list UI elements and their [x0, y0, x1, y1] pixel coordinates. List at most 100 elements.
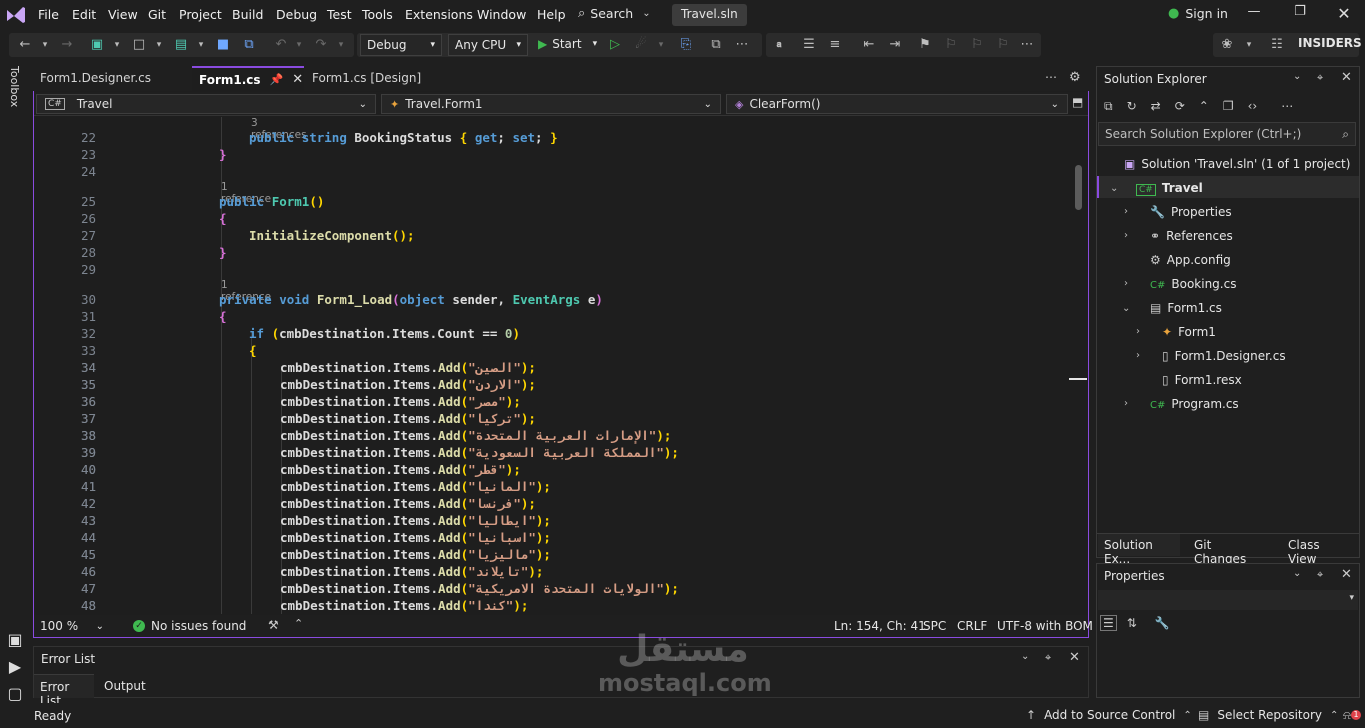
- menu-debug[interactable]: Debug: [276, 7, 317, 22]
- chevron-down-icon[interactable]: ⌄: [1122, 303, 1130, 314]
- start-without-debugging-icon[interactable]: ▷: [606, 36, 624, 54]
- encoding-indicator[interactable]: UTF-8 with BOM: [997, 619, 1093, 633]
- camera-icon[interactable]: ▣: [2, 630, 28, 649]
- copilot-icon[interactable]: ❀: [1218, 36, 1236, 54]
- chevron-right-icon[interactable]: ›: [1136, 350, 1140, 361]
- tree-form1-class[interactable]: ✦ Form1: [1162, 325, 1216, 339]
- code-area[interactable]: [34, 117, 1074, 614]
- outdent-icon[interactable]: ⇤: [860, 36, 878, 54]
- navigate-forward-icon[interactable]: →: [58, 36, 76, 54]
- member-dropdown[interactable]: ◈ ClearForm() ⌄: [726, 94, 1068, 114]
- chevron-down-icon[interactable]: ▾: [36, 36, 54, 54]
- spell-check-icon[interactable]: 𝐚: [770, 36, 788, 54]
- sync-icon[interactable]: ⇄: [1151, 99, 1161, 113]
- platform-dropdown[interactable]: Any CPU ▾: [448, 34, 528, 56]
- show-all-files-icon[interactable]: ❐: [1223, 99, 1234, 113]
- properties-object-selector[interactable]: ▾: [1098, 590, 1358, 610]
- chevron-down-icon[interactable]: ▾: [108, 36, 126, 54]
- chevron-right-icon[interactable]: ›: [1136, 326, 1140, 337]
- notifications-button[interactable]: ⍾ 1: [1343, 708, 1361, 724]
- undo-icon[interactable]: ↶: [272, 36, 290, 54]
- tree-solution[interactable]: ▣ Solution 'Travel.sln' (1 of 1 project): [1124, 157, 1350, 171]
- chevron-right-icon[interactable]: ›: [1124, 206, 1128, 217]
- menu-project[interactable]: Project: [179, 7, 222, 22]
- toolbox-tab[interactable]: Toolbox: [8, 66, 21, 107]
- close-window-icon[interactable]: ✕: [1328, 4, 1360, 24]
- close-panel-icon[interactable]: ✕: [1341, 567, 1352, 582]
- issues-indicator[interactable]: ✓ No issues found: [133, 619, 246, 633]
- collapse-all-icon[interactable]: ⌃: [1199, 99, 1209, 113]
- toolbar-overflow-icon[interactable]: ⋯: [1018, 36, 1036, 54]
- tree-app-config[interactable]: ⚙ App.config: [1150, 253, 1231, 267]
- hot-reload-icon[interactable]: ☄: [632, 36, 650, 54]
- menu-test[interactable]: Test: [327, 7, 352, 22]
- chevron-up-icon[interactable]: ⌃: [294, 617, 303, 630]
- bookmark-icon[interactable]: ⚑: [916, 36, 934, 54]
- pin-icon[interactable]: ⌖: [1317, 71, 1323, 85]
- tab-error-list[interactable]: Error List: [34, 674, 94, 708]
- tree-properties[interactable]: 🔧 Properties: [1150, 205, 1232, 219]
- screen-icon[interactable]: ▢: [2, 684, 28, 703]
- sign-in-button[interactable]: ● Sign in: [1168, 6, 1228, 21]
- chevron-right-icon[interactable]: ›: [1124, 398, 1128, 409]
- tab-git-changes[interactable]: Git Changes: [1186, 534, 1272, 566]
- new-project-icon[interactable]: ▣: [88, 36, 106, 54]
- tree-form1-designer-cs[interactable]: ▯ Form1.Designer.cs: [1162, 349, 1286, 363]
- tab-form1-designer[interactable]: Form1.Designer.cs: [33, 66, 191, 91]
- indent-icon[interactable]: ⇥: [886, 36, 904, 54]
- history-icon[interactable]: ↻: [1127, 99, 1137, 113]
- visual-studio-logo-icon[interactable]: [6, 6, 26, 24]
- menu-help[interactable]: Help: [537, 7, 566, 22]
- chevron-down-icon[interactable]: ⌄: [1293, 568, 1301, 579]
- switch-views-icon[interactable]: ⧉: [1104, 99, 1113, 114]
- close-tab-icon[interactable]: ✕: [292, 72, 303, 87]
- chevron-down-icon[interactable]: ▾: [332, 36, 350, 54]
- previous-bookmark-icon[interactable]: ⚐: [942, 36, 960, 54]
- configuration-dropdown[interactable]: Debug ▾: [360, 34, 442, 56]
- browse-folder-icon[interactable]: ⎘: [677, 36, 695, 54]
- tree-form1-cs[interactable]: ▤ Form1.cs: [1150, 301, 1222, 315]
- tree-form1-resx[interactable]: ▯ Form1.resx: [1162, 373, 1242, 387]
- chevron-right-icon[interactable]: ›: [1124, 230, 1128, 241]
- chevron-down-icon[interactable]: ▾: [192, 36, 210, 54]
- menu-build[interactable]: Build: [232, 7, 263, 22]
- comment-icon[interactable]: ☰: [800, 36, 818, 54]
- tab-overflow-icon[interactable]: ⋯: [1045, 70, 1057, 84]
- menu-view[interactable]: View: [108, 7, 138, 22]
- chevron-down-icon[interactable]: ▾: [290, 36, 308, 54]
- chevron-down-icon[interactable]: ▾: [1240, 36, 1258, 54]
- navigate-back-icon[interactable]: ←: [16, 36, 34, 54]
- close-panel-icon[interactable]: ✕: [1341, 70, 1352, 85]
- menu-git[interactable]: Git: [148, 7, 166, 22]
- menu-file[interactable]: File: [38, 7, 59, 22]
- tree-references[interactable]: ⚭ References: [1150, 229, 1233, 243]
- split-editor-icon[interactable]: ⬒: [1072, 95, 1083, 109]
- live-share-icon[interactable]: ⧉: [707, 36, 725, 54]
- line-ending-indicator[interactable]: CRLF: [957, 619, 987, 633]
- chevron-down-icon[interactable]: ▾: [652, 36, 670, 54]
- chevron-down-icon[interactable]: ⌄: [1021, 651, 1029, 662]
- chevron-right-icon[interactable]: ›: [1124, 278, 1128, 289]
- solution-overflow-icon[interactable]: ⋯: [1281, 99, 1293, 113]
- alphabetical-icon[interactable]: ⇅: [1127, 616, 1137, 630]
- property-pages-icon[interactable]: 🔧: [1155, 616, 1170, 630]
- zoom-dropdown[interactable]: 100 % ⌄: [36, 617, 108, 635]
- minimize-icon[interactable]: —: [1238, 4, 1270, 24]
- new-file-icon[interactable]: □: [130, 36, 148, 54]
- code-cleanup-icon[interactable]: ⚒: [268, 618, 279, 632]
- tab-solution-explorer[interactable]: Solution Ex...: [1098, 534, 1180, 566]
- whitespace-indicator[interactable]: SPC: [923, 619, 946, 633]
- menu-window[interactable]: Window: [477, 7, 526, 22]
- menu-edit[interactable]: Edit: [72, 7, 96, 22]
- next-bookmark-icon[interactable]: ⚐: [968, 36, 986, 54]
- tab-form1-design[interactable]: Form1.cs [Design]: [305, 66, 435, 91]
- select-repository-button[interactable]: ▤ Select Repository ⌃: [1198, 708, 1338, 722]
- save-all-icon[interactable]: ⧉: [240, 36, 258, 54]
- project-dropdown[interactable]: C# Travel ⌄: [36, 94, 376, 114]
- vertical-scrollbar-thumb[interactable]: [1075, 165, 1082, 210]
- editor-settings-gear-icon[interactable]: ⚙: [1069, 70, 1081, 85]
- menu-tools[interactable]: Tools: [362, 7, 393, 22]
- insiders-badge[interactable]: INSIDERS: [1298, 36, 1362, 50]
- refresh-icon[interactable]: ⟳: [1175, 99, 1185, 113]
- redo-icon[interactable]: ↷: [312, 36, 330, 54]
